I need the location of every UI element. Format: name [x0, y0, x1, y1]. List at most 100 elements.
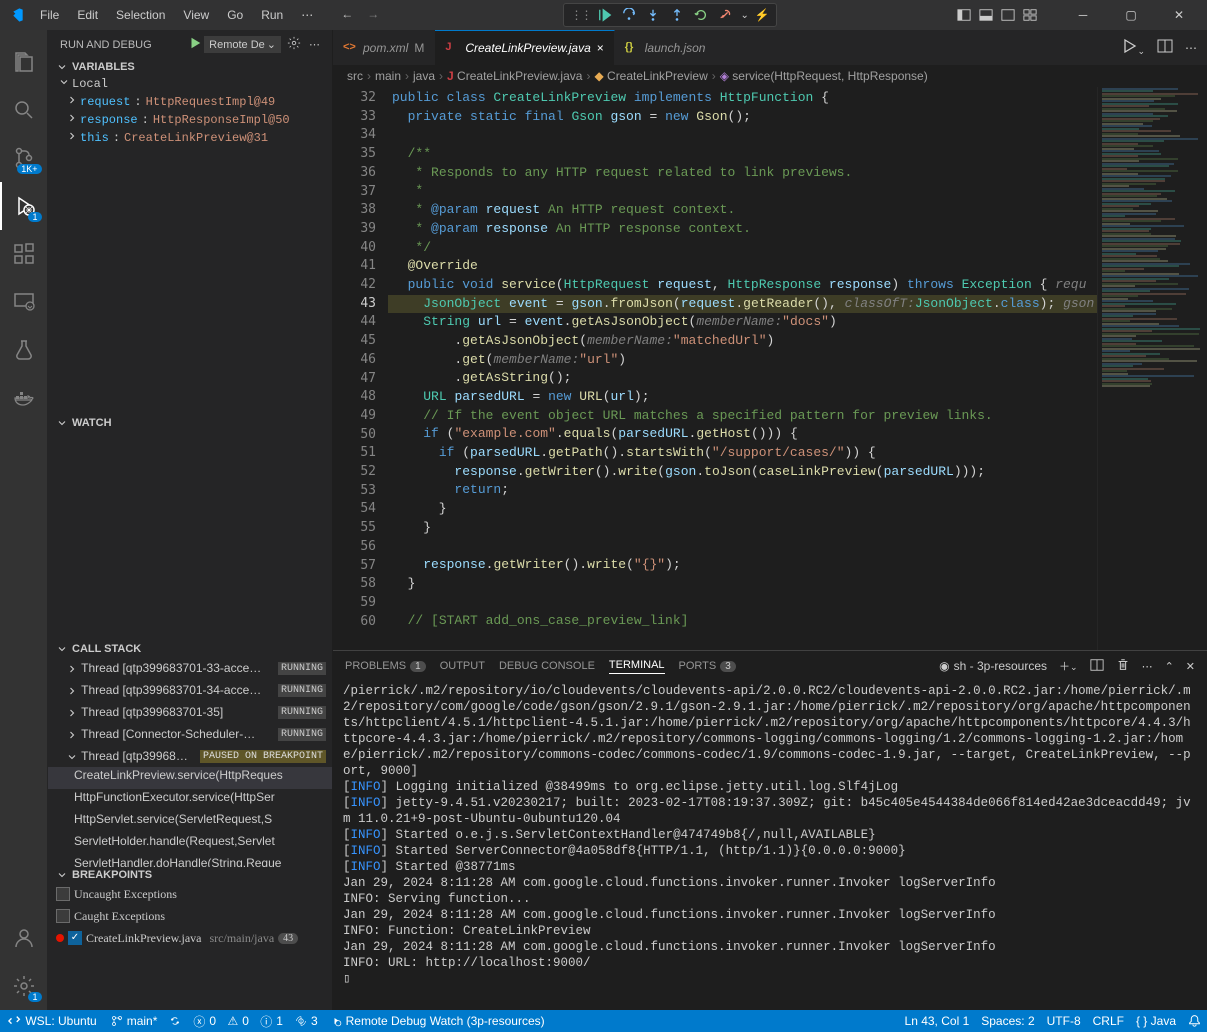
menu-edit[interactable]: Edit — [69, 4, 106, 26]
editor-tab[interactable]: {}launch.json — [615, 30, 717, 65]
window-minimize-button[interactable]: ─ — [1063, 1, 1103, 29]
editor-tab[interactable]: JCreateLinkPreview.java× — [435, 30, 614, 65]
status-encoding[interactable]: UTF-8 — [1041, 1014, 1087, 1028]
window-maximize-button[interactable]: ▢ — [1111, 1, 1151, 29]
callstack-frame[interactable]: HttpServlet.service(ServletRequest,S — [48, 811, 332, 833]
gear-icon[interactable] — [287, 36, 301, 53]
panel-tab-output[interactable]: OUTPUT — [440, 660, 485, 672]
breakpoint-checkbox[interactable] — [68, 931, 82, 945]
split-editor-icon[interactable] — [1157, 38, 1173, 57]
close-tab-icon[interactable]: × — [597, 41, 604, 55]
callstack-thread[interactable]: Thread [Connector-Scheduler-…RUNNING — [48, 723, 332, 745]
callstack-thread[interactable]: Thread [qtp399683701-35]RUNNING — [48, 701, 332, 723]
variable-row[interactable]: this: CreateLinkPreview@31 — [48, 129, 332, 147]
breadcrumbs[interactable]: src›main›java›J CreateLinkPreview.java›◆… — [333, 65, 1207, 87]
run-debug-icon[interactable]: 1 — [0, 182, 48, 230]
debug-dropdown-icon[interactable]: ⌄ — [740, 10, 748, 21]
section-variables-header[interactable]: VARIABLES — [48, 59, 332, 75]
layout-right-icon[interactable] — [1001, 8, 1015, 22]
launch-config-dropdown[interactable]: Remote De⌄ — [204, 36, 281, 53]
status-eol[interactable]: CRLF — [1087, 1014, 1130, 1028]
callstack-frame[interactable]: CreateLinkPreview.service(HttpReques — [48, 767, 332, 789]
panel-close-icon[interactable]: ✕ — [1186, 660, 1195, 673]
callstack-thread[interactable]: Thread [qtp399683701-33-acce…RUNNING — [48, 657, 332, 679]
layout-bottom-icon[interactable] — [979, 8, 993, 22]
debug-hot-reload-icon[interactable]: ⚡ — [755, 8, 770, 22]
editor-tab[interactable]: <>pom.xmlM — [333, 30, 435, 65]
menu-selection[interactable]: Selection — [108, 4, 173, 26]
split-terminal-icon[interactable] — [1090, 658, 1104, 675]
debug-stepinto-button[interactable] — [644, 6, 662, 24]
extensions-icon[interactable] — [0, 230, 48, 278]
debug-stepover-button[interactable] — [620, 6, 638, 24]
section-watch-header[interactable]: WATCH — [48, 415, 332, 431]
editor-gutter[interactable]: 3233343536373839404142▷43444546474849505… — [333, 87, 388, 650]
section-breakpoints-header[interactable]: BREAKPOINTS — [48, 867, 332, 883]
breakpoint-checkbox[interactable] — [56, 887, 70, 901]
breadcrumb-item[interactable]: J CreateLinkPreview.java — [447, 69, 582, 83]
terminal-selector[interactable]: ◉sh - 3p-resources — [939, 659, 1047, 673]
breakpoint-uncaught-exceptions[interactable]: Uncaught Exceptions — [48, 883, 332, 905]
kill-terminal-icon[interactable] — [1116, 658, 1130, 675]
breakpoint-checkbox[interactable] — [56, 909, 70, 923]
settings-gear-icon[interactable]: 1 — [0, 962, 48, 1010]
panel-tab-problems[interactable]: PROBLEMS1 — [345, 660, 426, 672]
editor-code[interactable]: public class CreateLinkPreview implement… — [388, 87, 1097, 650]
source-control-icon[interactable]: 1K+ — [0, 134, 48, 182]
debug-restart-button[interactable] — [692, 6, 710, 24]
debug-disconnect-button[interactable] — [716, 6, 734, 24]
callstack-thread-paused[interactable]: Thread [qtp39968…PAUSED ON BREAKPOINT — [48, 745, 332, 767]
testing-icon[interactable] — [0, 326, 48, 374]
layout-customize-icon[interactable] — [1023, 8, 1037, 22]
remote-explorer-icon[interactable] — [0, 278, 48, 326]
status-language[interactable]: { } Java — [1130, 1014, 1182, 1028]
menu-go[interactable]: Go — [219, 4, 251, 26]
callstack-frame[interactable]: ServletHolder.handle(Request,Servlet — [48, 833, 332, 855]
status-branch[interactable]: main* — [105, 1010, 164, 1032]
breadcrumb-item[interactable]: ◆ CreateLinkPreview — [594, 69, 707, 83]
menu-file[interactable]: File — [32, 4, 67, 26]
breadcrumb-item[interactable]: main — [375, 69, 401, 83]
status-ports[interactable]: 3 — [289, 1010, 324, 1032]
breakpoint-caught-exceptions[interactable]: Caught Exceptions — [48, 905, 332, 927]
start-debug-button[interactable] — [188, 36, 202, 53]
debug-continue-button[interactable] — [596, 6, 614, 24]
panel-more-icon[interactable]: ⋯ — [1142, 660, 1153, 673]
status-problems[interactable]: ⓧ0 ⚠0 ⓘ1 — [187, 1010, 289, 1032]
status-sync[interactable] — [163, 1010, 187, 1032]
accounts-icon[interactable] — [0, 914, 48, 962]
status-debug-session[interactable]: Remote Debug Watch (3p-resources) — [324, 1010, 551, 1032]
docker-icon[interactable] — [0, 374, 48, 422]
panel-maximize-icon[interactable]: ⌃ — [1165, 660, 1174, 673]
status-cursor-position[interactable]: Ln 43, Col 1 — [899, 1014, 976, 1028]
section-callstack-header[interactable]: CALL STACK — [48, 641, 332, 657]
terminal-output[interactable]: /pierrick/.m2/repository/io/cloudevents/… — [333, 681, 1207, 1010]
minimap[interactable] — [1097, 87, 1207, 650]
breadcrumb-item[interactable]: src — [347, 69, 363, 83]
callstack-frame[interactable]: ServletHandler.doHandle(String,Reque — [48, 855, 332, 867]
variable-row[interactable]: request: HttpRequestImpl@49 — [48, 93, 332, 111]
panel-tab-ports[interactable]: PORTS3 — [679, 660, 736, 672]
layout-left-icon[interactable] — [957, 8, 971, 22]
callstack-thread[interactable]: Thread [qtp399683701-34-acce…RUNNING — [48, 679, 332, 701]
status-notifications-icon[interactable] — [1182, 1014, 1207, 1027]
search-icon[interactable] — [0, 86, 48, 134]
breadcrumb-item[interactable]: ◈ service(HttpRequest, HttpResponse) — [720, 69, 928, 83]
callstack-frame[interactable]: HttpFunctionExecutor.service(HttpSer — [48, 789, 332, 811]
nav-forward-icon[interactable]: → — [367, 7, 383, 23]
debug-stepout-button[interactable] — [668, 6, 686, 24]
nav-back-icon[interactable]: ← — [341, 7, 357, 23]
panel-tab-terminal[interactable]: TERMINAL — [609, 659, 665, 674]
sidebar-more-icon[interactable]: ⋯ — [309, 38, 320, 51]
new-terminal-button[interactable]: ＋⌄ — [1059, 658, 1078, 674]
explorer-icon[interactable] — [0, 38, 48, 86]
status-indentation[interactable]: Spaces: 2 — [975, 1014, 1040, 1028]
breadcrumb-item[interactable]: java — [413, 69, 435, 83]
breakpoint-file-row[interactable]: CreateLinkPreview.java src/main/java 43 — [48, 927, 332, 949]
status-remote[interactable]: WSL: Ubuntu — [0, 1010, 105, 1032]
variable-row[interactable]: response: HttpResponseImpl@50 — [48, 111, 332, 129]
panel-tab-debug-console[interactable]: DEBUG CONSOLE — [499, 660, 595, 672]
menu-view[interactable]: View — [175, 4, 217, 26]
menu-overflow[interactable]: ⋯ — [293, 4, 321, 26]
menu-run[interactable]: Run — [253, 4, 291, 26]
